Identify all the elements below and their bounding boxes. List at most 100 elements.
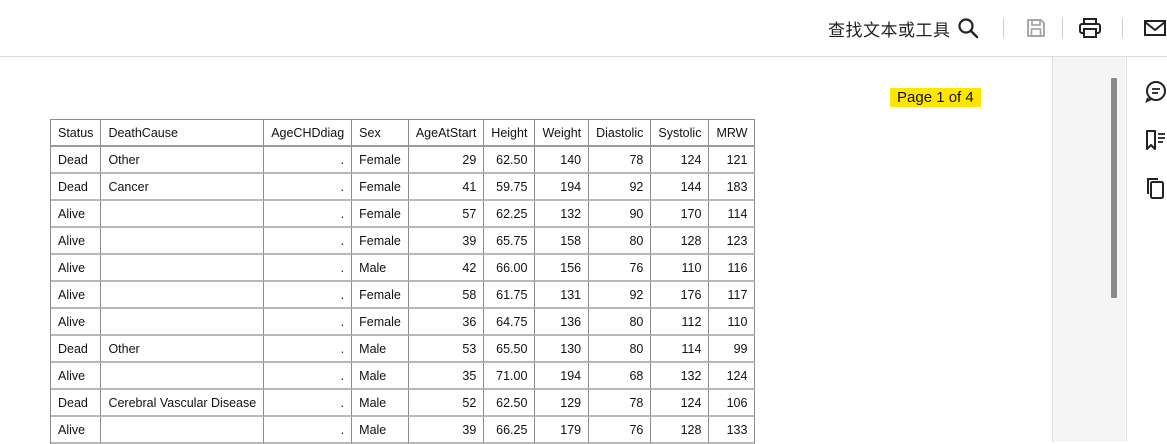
cell-sex: Male — [352, 417, 409, 444]
table-header-row: Status DeathCause AgeCHDdiag Sex AgeAtStart H… — [51, 120, 756, 147]
toolbar-divider — [1122, 18, 1123, 38]
cell-height: 65.50 — [484, 336, 536, 363]
cell-sex: Male — [352, 255, 409, 282]
cell-systolic: 128 — [651, 228, 710, 255]
cell-mrw: 183 — [709, 174, 756, 201]
cell-deathcause: Other — [101, 147, 265, 174]
cell-deathcause — [101, 201, 265, 228]
cell-agechddiag: . — [264, 255, 353, 282]
find-text-or-tools-label[interactable]: 查找文本或工具 — [828, 16, 951, 41]
cell-diastolic: 92 — [589, 282, 652, 309]
cell-diastolic: 68 — [589, 363, 652, 390]
table-row: Dead Cerebral Vascular Disease. Male 52 62.5… — [51, 390, 756, 417]
cell-sex: Male — [352, 363, 409, 390]
comment-icon[interactable] — [1143, 78, 1167, 104]
cell-agechddiag: . — [264, 201, 353, 228]
cell-status: Alive — [51, 228, 102, 255]
scrollbar-thumb[interactable] — [1111, 78, 1117, 298]
cell-height: 66.00 — [484, 255, 536, 282]
cell-height: 62.25 — [484, 201, 536, 228]
cell-diastolic: 76 — [589, 417, 652, 444]
cell-status: Alive — [51, 309, 102, 336]
cell-status: Alive — [51, 417, 102, 444]
table-row: Alive. Male 35 71.00 194 68 132 124 — [51, 363, 756, 390]
cell-diastolic: 80 — [589, 309, 652, 336]
cell-deathcause — [101, 417, 265, 444]
cell-systolic: 124 — [651, 390, 710, 417]
cell-weight: 132 — [535, 201, 590, 228]
table-row: Alive. Female 58 61.75 131 92 176 117 — [51, 282, 756, 309]
table-row: Alive. Female 36 64.75 136 80 112 110 — [51, 309, 756, 336]
table-row: Dead Cancer. Female 41 59.75 194 92 144 183 — [51, 174, 756, 201]
save-icon[interactable] — [1023, 14, 1049, 42]
cell-weight: 140 — [535, 147, 590, 174]
cell-height: 71.00 — [484, 363, 536, 390]
cell-agechddiag: . — [264, 363, 353, 390]
mail-icon[interactable] — [1141, 14, 1167, 42]
cell-ageatstart: 39 — [408, 417, 485, 444]
cell-height: 64.75 — [484, 309, 536, 336]
cell-agechddiag: . — [264, 174, 353, 201]
cell-sex: Male — [352, 390, 409, 417]
cell-ageatstart: 36 — [408, 309, 485, 336]
table-row: Alive. Male 42 66.00 156 76 110 116 — [51, 255, 756, 282]
cell-agechddiag: . — [264, 390, 353, 417]
cell-mrw: 106 — [709, 390, 756, 417]
cell-agechddiag: . — [264, 147, 353, 174]
table-row: Alive. Female 57 62.25 132 90 170 114 — [51, 201, 756, 228]
cell-height: 66.25 — [484, 417, 536, 444]
cell-systolic: 170 — [651, 201, 710, 228]
cell-diastolic: 76 — [589, 255, 652, 282]
column-header-height: Height — [484, 120, 536, 147]
cell-weight: 156 — [535, 255, 590, 282]
cell-deathcause — [101, 255, 265, 282]
cell-mrw: 133 — [709, 417, 756, 444]
cell-height: 62.50 — [484, 147, 536, 174]
cell-deathcause — [101, 309, 265, 336]
data-table: Status DeathCause AgeCHDdiag Sex AgeAtStart H… — [50, 119, 756, 444]
cell-status: Dead — [51, 147, 102, 174]
column-header-sex: Sex — [352, 120, 409, 147]
cell-diastolic: 78 — [589, 147, 652, 174]
cell-agechddiag: . — [264, 282, 353, 309]
cell-deathcause: Cerebral Vascular Disease — [101, 390, 265, 417]
cell-deathcause: Other — [101, 336, 265, 363]
cell-agechddiag: . — [264, 336, 353, 363]
cell-mrw: 121 — [709, 147, 756, 174]
table-row: Alive. Male 39 66.25 179 76 128 133 — [51, 417, 756, 444]
print-icon[interactable] — [1077, 14, 1103, 42]
page-indicator: Page 1 of 4 — [890, 88, 981, 107]
tools-rail — [1127, 57, 1167, 442]
cell-ageatstart: 52 — [408, 390, 485, 417]
cell-ageatstart: 58 — [408, 282, 485, 309]
cell-ageatstart: 29 — [408, 147, 485, 174]
cell-mrw: 114 — [709, 201, 756, 228]
cell-systolic: 132 — [651, 363, 710, 390]
bookmark-icon[interactable] — [1143, 127, 1167, 153]
column-header-mrw: MRW — [709, 120, 756, 147]
toolbar-divider — [1003, 18, 1004, 38]
cell-diastolic: 80 — [589, 336, 652, 363]
cell-height: 65.75 — [484, 228, 536, 255]
copy-icon[interactable] — [1143, 175, 1167, 201]
cell-ageatstart: 42 — [408, 255, 485, 282]
cell-status: Dead — [51, 390, 102, 417]
cell-ageatstart: 41 — [408, 174, 485, 201]
cell-systolic: 176 — [651, 282, 710, 309]
cell-height: 62.50 — [484, 390, 536, 417]
cell-status: Dead — [51, 174, 102, 201]
cell-mrw: 99 — [709, 336, 756, 363]
search-icon[interactable] — [955, 14, 981, 42]
cell-status: Alive — [51, 201, 102, 228]
cell-status: Dead — [51, 336, 102, 363]
cell-systolic: 110 — [651, 255, 710, 282]
cell-weight: 131 — [535, 282, 590, 309]
cell-weight: 130 — [535, 336, 590, 363]
cell-agechddiag: . — [264, 228, 353, 255]
column-header-ageatstart: AgeAtStart — [408, 120, 485, 147]
toolbar-divider — [1062, 18, 1063, 38]
cell-sex: Female — [352, 282, 409, 309]
cell-diastolic: 78 — [589, 390, 652, 417]
cell-weight: 194 — [535, 174, 590, 201]
cell-weight: 179 — [535, 417, 590, 444]
